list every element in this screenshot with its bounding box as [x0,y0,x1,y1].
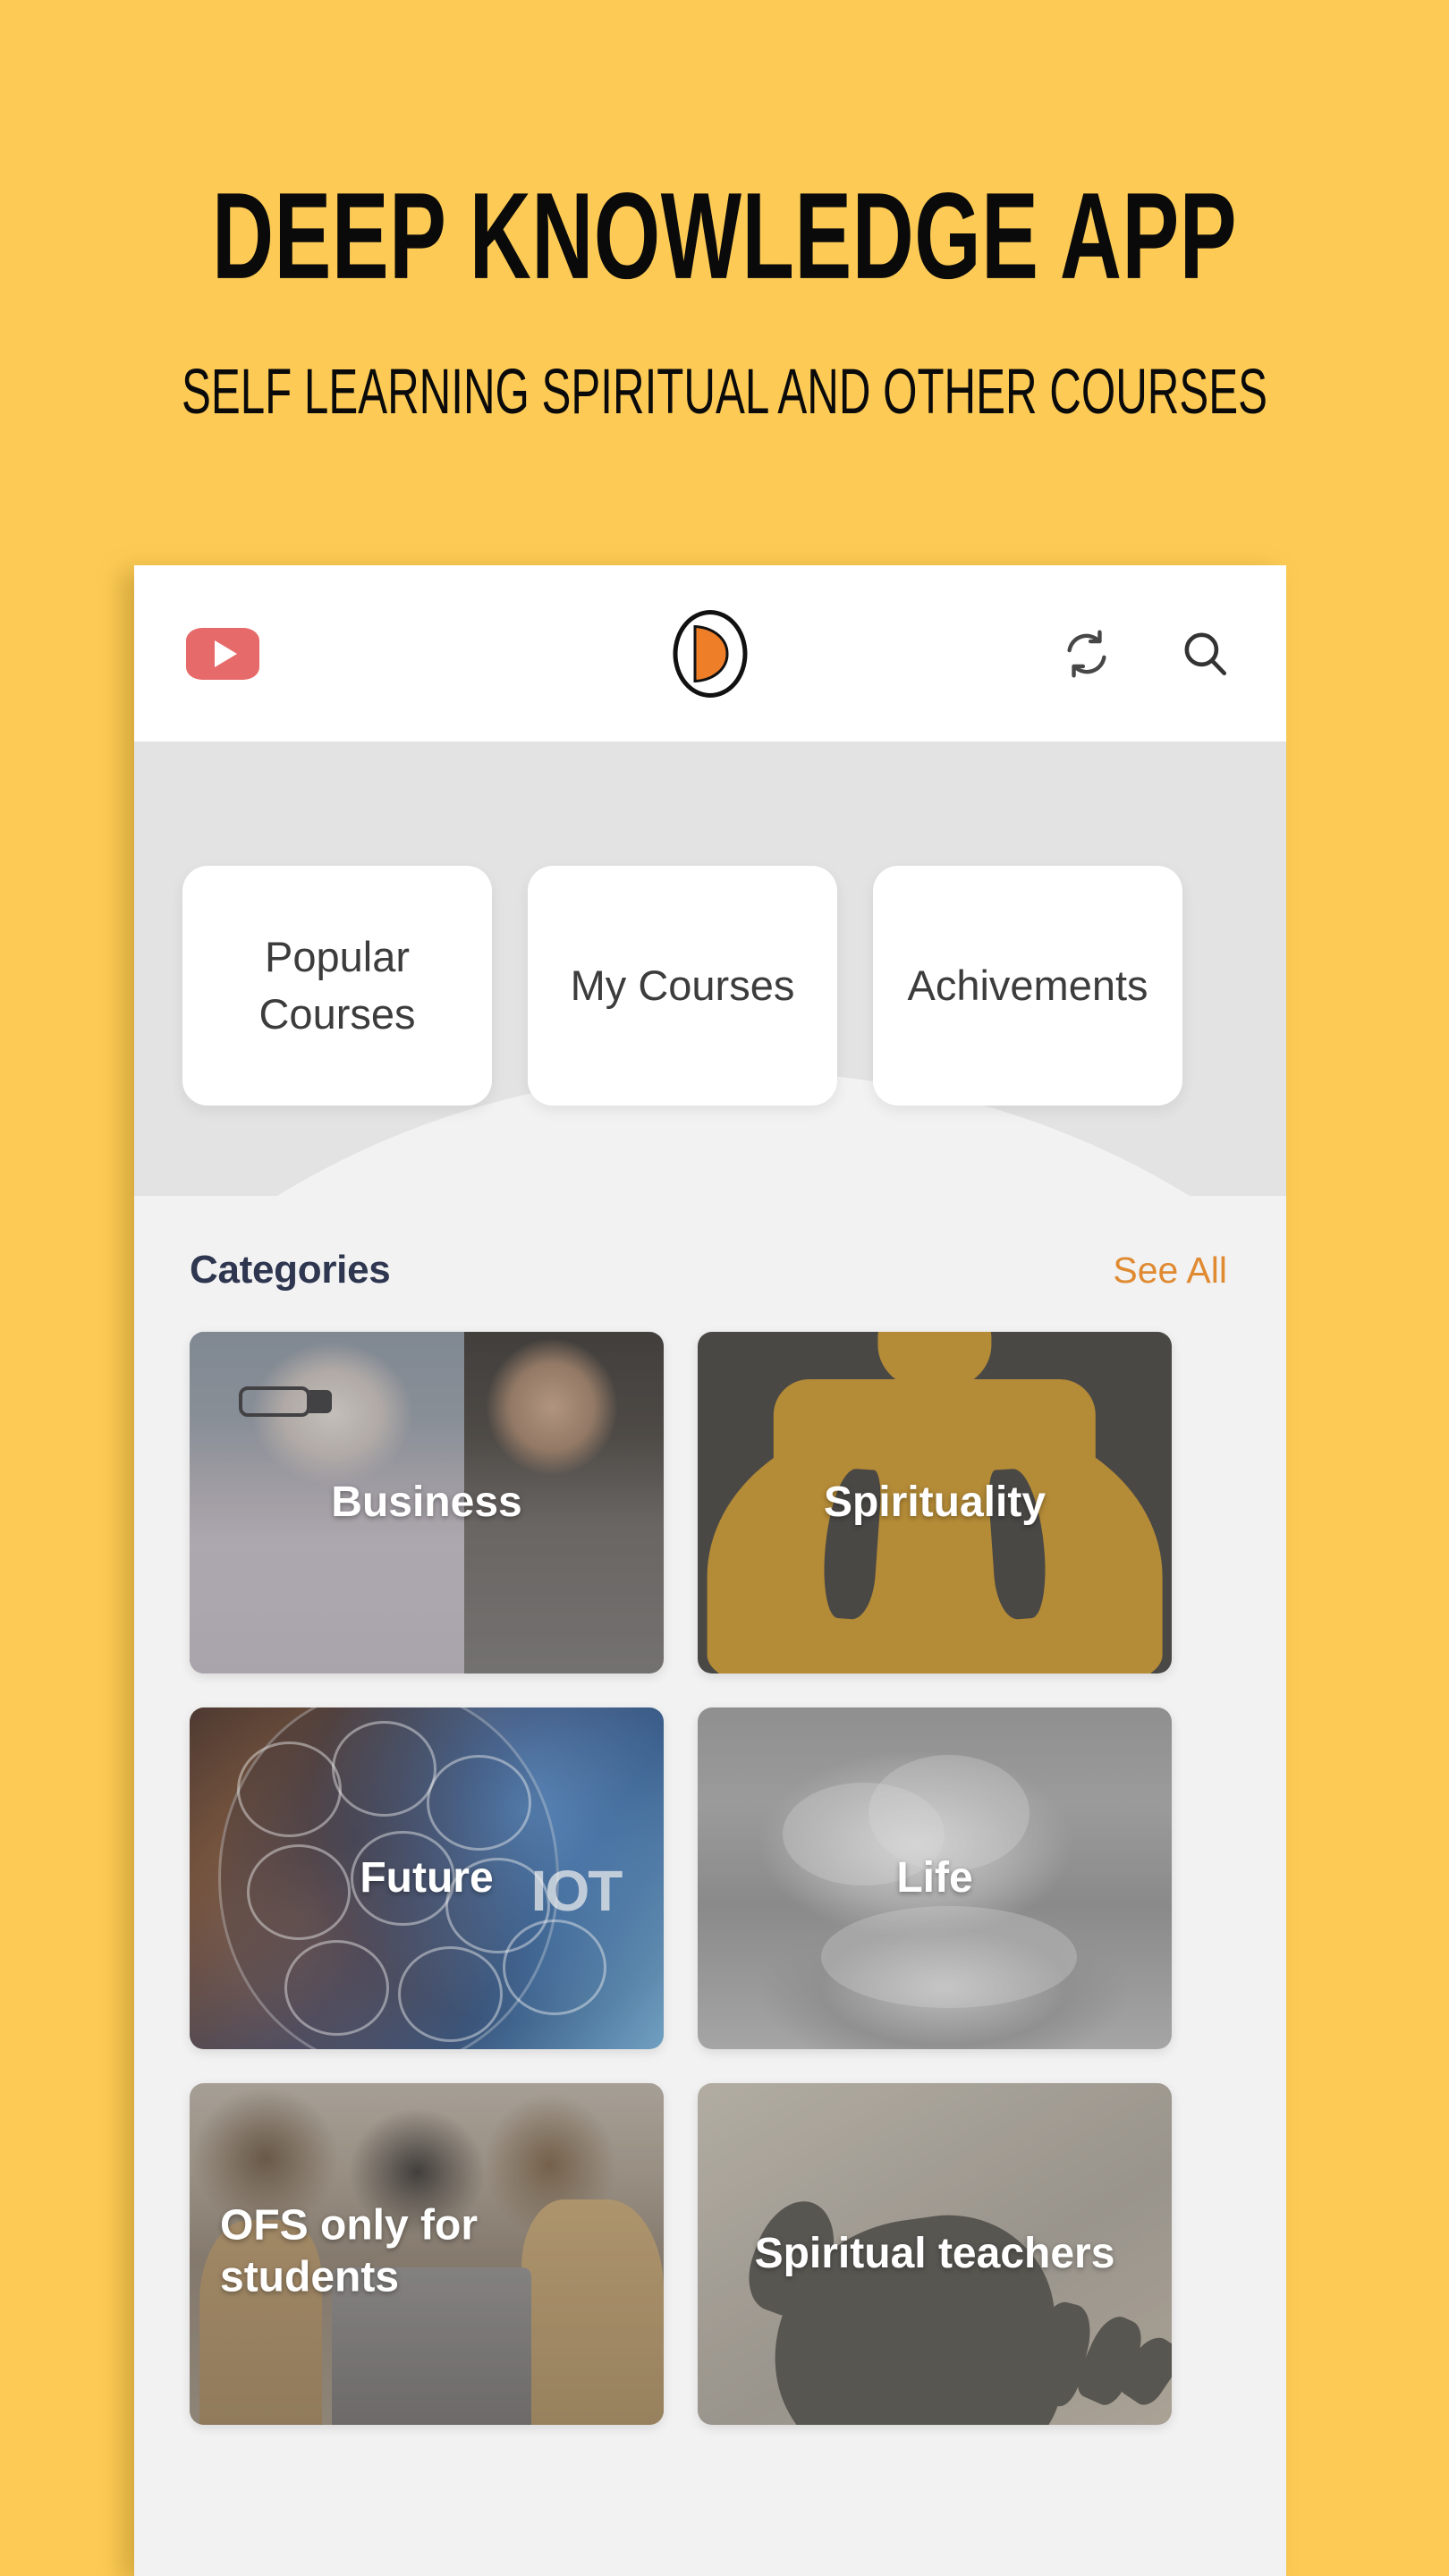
category-label: Life [896,1854,973,1902]
phone-screenshot: Popular Courses My Courses Achivements C… [134,565,1286,2576]
tab-achievements[interactable]: Achivements [873,866,1182,1106]
promo-header: DEEP KNOWLEDGE APP SELF LEARNING SPIRITU… [0,0,1449,537]
category-card-ofs-students[interactable]: OFS only for students [190,2083,664,2425]
tab-popular-courses[interactable]: Popular Courses [182,866,492,1106]
category-label: Business [331,1479,522,1526]
see-all-link[interactable]: See All [1113,1250,1227,1292]
play-triangle-icon [214,640,237,667]
app-bar [134,565,1286,741]
logo-d-shape [693,624,729,682]
category-card-future[interactable]: IOT Future [190,1707,664,2049]
tabs-row: Popular Courses My Courses Achivements [134,866,1286,1106]
youtube-icon[interactable] [186,627,259,680]
tab-my-courses[interactable]: My Courses [528,866,837,1106]
category-card-spiritual-teachers[interactable]: Spiritual teachers [698,2083,1172,2425]
search-icon[interactable] [1177,626,1233,682]
category-card-business[interactable]: Business [190,1332,664,1674]
category-label: Future [360,1854,494,1902]
category-label: Spiritual teachers [754,2230,1115,2277]
categories-section-header: Categories See All [134,1196,1286,1292]
app-bar-actions [1059,626,1233,682]
page-title: Categories [190,1248,391,1292]
category-card-spirituality[interactable]: Spirituality [698,1332,1172,1674]
categories-grid: Business Spirituality IOT Future Life OF… [134,1292,1286,2425]
category-label: Spirituality [823,1479,1046,1526]
tabs-banner: Popular Courses My Courses Achivements [134,741,1286,1196]
promo-title: DEEP KNOWLEDGE APP [212,168,1237,306]
category-card-life[interactable]: Life [698,1707,1172,2049]
promo-subtitle: SELF LEARNING SPIRITUAL AND OTHER COURSE… [181,354,1267,428]
tab-label: My Courses [570,962,795,1009]
tab-label: Achivements [907,962,1148,1009]
category-label: OFS only for students [220,2201,478,2301]
sync-icon[interactable] [1059,626,1114,682]
tab-label: Popular Courses [258,933,416,1038]
deep-knowledge-logo [673,609,748,698]
